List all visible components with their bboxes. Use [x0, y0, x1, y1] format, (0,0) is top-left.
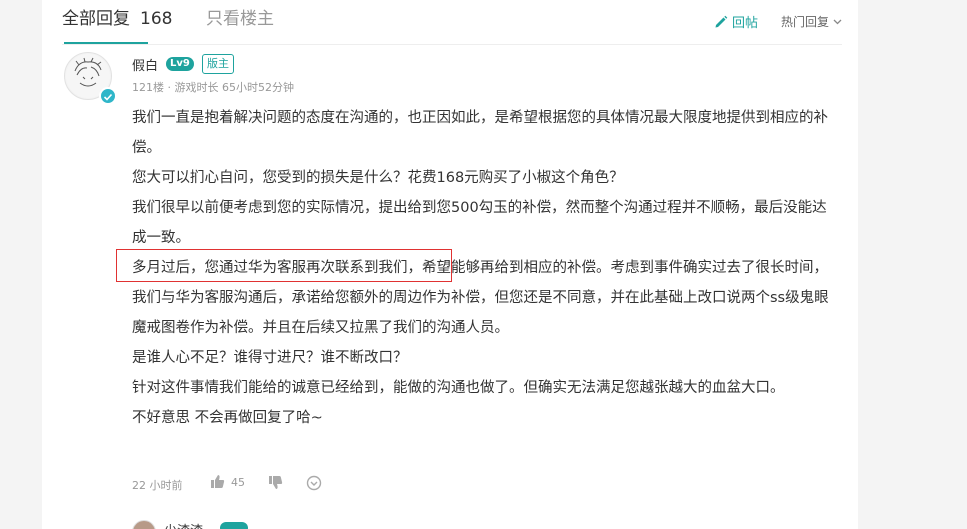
- reply-button[interactable]: 回帖: [714, 12, 758, 31]
- post-meta: 121楼 · 游戏时长 65小时52分钟: [132, 81, 294, 94]
- sort-label: 热门回复: [780, 15, 829, 29]
- reply-tabs: 全部回复 168 只看楼主 回帖 热门回复: [62, 6, 842, 44]
- next-post-author[interactable]: 少渣渣: [164, 520, 203, 529]
- like-count: 45: [231, 476, 245, 489]
- like-button[interactable]: 45: [210, 474, 245, 489]
- paragraph: 我们很早以前便考虑到您的实际情况，提出给到您500勾玉的补偿，然而整个沟通过程并…: [132, 200, 827, 246]
- tab-all-label: 全部回复: [62, 9, 130, 29]
- paragraph: 针对这件事情我们能给的诚意已经给到，能做的沟通也做了。但确实无法满足您越张越大的…: [132, 380, 785, 396]
- verified-icon: [99, 87, 117, 105]
- moderator-badge: 版主: [202, 54, 234, 74]
- more-options-button[interactable]: [306, 475, 322, 494]
- paragraph: 您大可以扪心自问，您受到的损失是什么？花费168元购买了小椒这个角色？: [132, 170, 624, 186]
- paragraph: 不好意思 不会再做回复了哈~: [132, 410, 323, 426]
- reply-button-label: 回帖: [731, 16, 758, 31]
- tab-all-replies[interactable]: 全部回复 168: [62, 6, 172, 32]
- reply-count: 168: [140, 9, 173, 29]
- pencil-icon: [715, 15, 728, 28]
- avatar[interactable]: [64, 52, 117, 105]
- sort-dropdown[interactable]: 热门回复: [781, 13, 842, 30]
- author-name[interactable]: 假白: [132, 55, 158, 74]
- paragraph: 我们一直是抱着解决问题的态度在沟通的，也正因如此，是希望根据您的具体情况最大限度…: [132, 110, 828, 156]
- next-post-level-badge: [220, 522, 248, 529]
- thumbs-up-icon: [211, 475, 225, 488]
- thumbs-down-icon: [269, 476, 283, 489]
- highlight-box: [116, 249, 452, 282]
- comment-panel: 全部回复 168 只看楼主 回帖 热门回复 假白 Lv9 版主 121楼 · 游…: [42, 0, 858, 529]
- level-badge: Lv9: [166, 57, 194, 71]
- paragraph: 是谁人心不足？谁得寸进尺？谁不断改口？: [132, 350, 408, 366]
- post-time: 22 小时前: [132, 479, 183, 492]
- dislike-button[interactable]: [268, 475, 283, 493]
- chevron-down-icon: [833, 19, 842, 25]
- more-options-icon: [306, 475, 322, 491]
- tab-owner-only[interactable]: 只看楼主: [206, 6, 274, 32]
- next-post-avatar[interactable]: [132, 520, 156, 529]
- tabs-actions: 回帖 热门回复: [642, 10, 842, 32]
- tabs-divider: [62, 44, 842, 45]
